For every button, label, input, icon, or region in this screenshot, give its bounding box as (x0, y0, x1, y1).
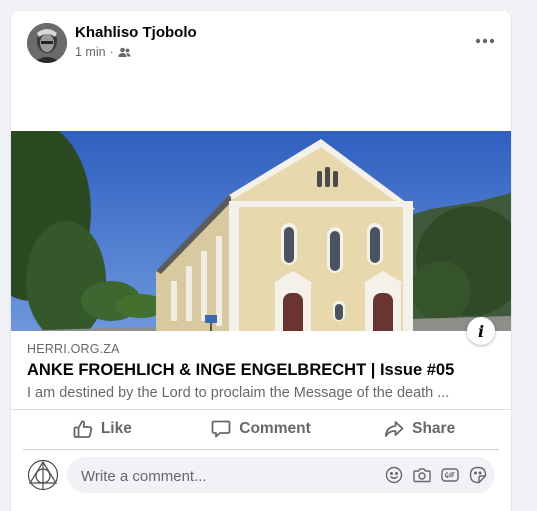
meta-separator: · (109, 45, 114, 59)
comment-input[interactable] (79, 457, 383, 495)
comment-label: Comment (239, 420, 311, 437)
sticker-icon[interactable] (469, 465, 487, 485)
comment-button[interactable]: Comment (182, 409, 341, 449)
comment-tools (385, 465, 487, 485)
link-domain: HERRI.ORG.ZA (27, 342, 120, 356)
info-button[interactable]: i (467, 317, 495, 345)
friends-icon (118, 47, 131, 58)
post-header: Khahliso Tjobolo 1 min · (11, 11, 511, 71)
camera-icon[interactable] (413, 465, 431, 485)
author-avatar[interactable] (27, 23, 67, 63)
link-preview[interactable]: HERRI.ORG.ZA ANKE FROEHLICH & INGE ENGEL… (11, 331, 511, 410)
comment-box (67, 457, 495, 495)
gif-icon[interactable] (441, 465, 459, 485)
thumbs-up-icon (73, 419, 93, 439)
comment-icon (211, 419, 231, 439)
link-description: I am destined by the Lord to proclaim th… (27, 385, 450, 401)
like-label: Like (100, 420, 132, 437)
author-name[interactable]: Khahliso Tjobolo (75, 24, 197, 41)
post-card: Khahliso Tjobolo 1 min · i HERRI.ORG.ZA … (11, 11, 511, 511)
comment-row (11, 455, 511, 499)
post-actions: Like Comment Share (23, 409, 499, 450)
share-button[interactable]: Share (340, 409, 499, 449)
share-icon (384, 419, 404, 439)
user-avatar[interactable] (27, 459, 59, 491)
link-headline[interactable]: ANKE FROEHLICH & INGE ENGELBRECHT | Issu… (27, 361, 454, 380)
share-label: Share (412, 420, 456, 437)
like-button[interactable]: Like (23, 409, 182, 449)
post-time[interactable]: 1 min (75, 45, 106, 59)
post-meta: 1 min · (75, 45, 131, 59)
more-options-icon[interactable] (471, 31, 499, 51)
emoji-icon[interactable] (385, 465, 403, 485)
link-preview-image[interactable]: i (11, 71, 511, 391)
